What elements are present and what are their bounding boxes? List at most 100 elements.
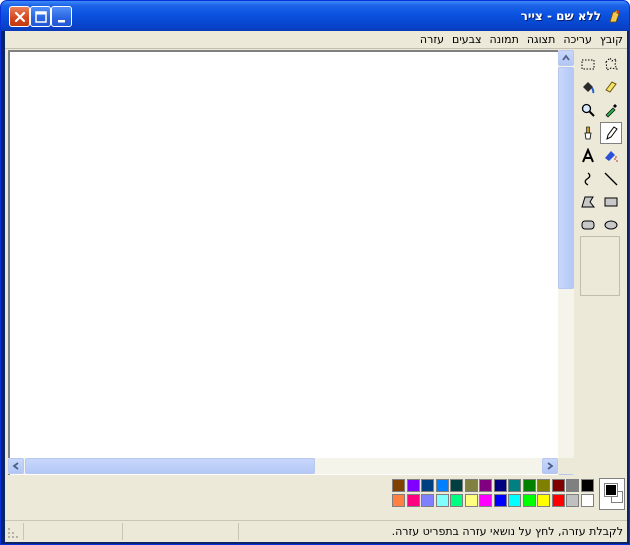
menu-bar: קובץעריכהתצוגהתמונהצבעיםעזרה xyxy=(5,31,627,49)
rounded-rectangle-icon xyxy=(581,220,595,230)
vertical-scrollbar[interactable] xyxy=(558,50,574,475)
close-button[interactable] xyxy=(9,6,30,27)
menu-help[interactable]: עזרה xyxy=(416,31,448,49)
text-tool[interactable] xyxy=(577,145,599,167)
scroll-up-button[interactable] xyxy=(558,50,574,66)
eraser-tool[interactable] xyxy=(600,76,622,98)
color-swatch[interactable] xyxy=(479,479,492,492)
menu-view[interactable]: תצוגה xyxy=(523,31,559,49)
menu-file[interactable]: קובץ xyxy=(596,31,627,49)
resize-grip-icon[interactable] xyxy=(7,527,19,539)
pencil-tool[interactable] xyxy=(600,122,622,144)
scroll-left-button[interactable] xyxy=(8,458,24,474)
maximize-button[interactable] xyxy=(30,6,51,27)
color-swatch[interactable] xyxy=(435,493,449,507)
drawing-canvas[interactable] xyxy=(8,50,573,491)
color-swatch[interactable] xyxy=(508,493,521,507)
airbrush-icon xyxy=(605,151,618,162)
line-tool[interactable] xyxy=(600,168,622,190)
close-icon xyxy=(14,11,26,23)
chevron-up-icon xyxy=(562,54,570,61)
curve-tool[interactable] xyxy=(577,168,599,190)
line-icon xyxy=(604,172,618,186)
minimize-icon xyxy=(58,20,65,23)
menu-colors[interactable]: צבעים xyxy=(448,31,486,49)
magnifier-icon xyxy=(581,103,595,117)
current-colors[interactable] xyxy=(599,478,625,510)
color-swatch[interactable] xyxy=(537,479,550,492)
color-swatch[interactable] xyxy=(450,493,463,507)
color-swatch[interactable] xyxy=(464,493,478,507)
status-pane-divider xyxy=(238,523,239,540)
status-bar: לקבלת עזרה, לחץ על נושאי עזרה בתפריט עזר… xyxy=(5,520,627,542)
vertical-scroll-thumb[interactable] xyxy=(558,67,574,289)
color-swatch[interactable] xyxy=(406,493,420,507)
fill-tool[interactable] xyxy=(577,76,599,98)
tool-options-box[interactable] xyxy=(580,236,620,296)
select-icon xyxy=(581,59,595,70)
color-swatch[interactable] xyxy=(508,479,521,492)
color-swatch[interactable] xyxy=(493,493,507,507)
scroll-right-button[interactable] xyxy=(542,458,558,474)
rectangle-icon xyxy=(604,197,618,207)
color-swatch[interactable] xyxy=(479,493,492,507)
brush-tool[interactable] xyxy=(577,122,599,144)
paint-window: ללא שם - צייר קובץעריכהתצוגהתמונהצבעיםעז… xyxy=(0,0,630,545)
status-help-text: לקבלת עזרה, לחץ על נושאי עזרה בתפריט עזר… xyxy=(391,525,623,538)
title-bar[interactable]: ללא שם - צייר xyxy=(1,1,629,31)
color-swatch[interactable] xyxy=(406,479,420,492)
free-form-select-tool[interactable] xyxy=(600,53,622,75)
menu-edit[interactable]: עריכה xyxy=(559,31,596,49)
color-swatch[interactable] xyxy=(551,493,565,507)
menu-image[interactable]: תמונה xyxy=(486,31,523,49)
color-swatch[interactable] xyxy=(580,493,594,507)
rectangle-tool[interactable] xyxy=(600,191,622,213)
maximize-icon xyxy=(35,11,47,23)
color-swatch[interactable] xyxy=(392,479,405,492)
color-swatch[interactable] xyxy=(421,479,434,492)
airbrush-tool[interactable] xyxy=(600,145,622,167)
color-swatch[interactable] xyxy=(580,479,594,492)
pencil-icon xyxy=(606,126,618,140)
client-area: קובץעריכהתצוגהתמונהצבעיםעזרה לקבלת עזרה,… xyxy=(5,31,627,542)
status-pane-divider xyxy=(23,523,24,540)
eraser-icon xyxy=(605,81,617,93)
color-picker-tool[interactable] xyxy=(600,99,622,121)
ellipse-icon xyxy=(604,220,618,230)
scroll-corner xyxy=(558,458,574,474)
chevron-right-icon xyxy=(547,462,554,470)
polygon-tool[interactable] xyxy=(577,191,599,213)
foreground-color xyxy=(604,483,618,497)
curve-icon xyxy=(584,172,591,186)
color-picker-icon xyxy=(605,104,617,118)
select-tool[interactable] xyxy=(577,53,599,75)
minimize-button[interactable] xyxy=(51,6,72,27)
color-swatch[interactable] xyxy=(464,479,478,492)
color-swatch[interactable] xyxy=(435,479,449,492)
menu-separator xyxy=(5,48,627,49)
polygon-icon xyxy=(581,196,596,208)
chevron-left-icon xyxy=(12,462,19,470)
color-swatch[interactable] xyxy=(450,479,463,492)
color-swatch[interactable] xyxy=(421,493,434,507)
horizontal-scrollbar[interactable] xyxy=(8,458,558,474)
ellipse-tool[interactable] xyxy=(600,214,622,236)
paint-app-icon xyxy=(607,8,623,24)
color-swatch[interactable] xyxy=(392,493,405,507)
color-swatch[interactable] xyxy=(537,493,550,507)
color-swatch[interactable] xyxy=(566,493,579,507)
text-icon xyxy=(582,148,594,163)
horizontal-scroll-thumb[interactable] xyxy=(25,458,315,474)
color-swatch[interactable] xyxy=(566,479,579,492)
toolbox xyxy=(576,50,627,491)
rounded-rectangle-tool[interactable] xyxy=(577,214,599,236)
color-swatch[interactable] xyxy=(522,493,536,507)
color-swatch[interactable] xyxy=(493,479,507,492)
color-box xyxy=(5,475,627,517)
status-pane-divider xyxy=(122,523,123,540)
color-swatch[interactable] xyxy=(551,479,565,492)
magnifier-tool[interactable] xyxy=(577,99,599,121)
color-swatch[interactable] xyxy=(522,479,536,492)
fill-icon xyxy=(583,82,595,94)
window-title: ללא שם - צייר xyxy=(520,9,601,23)
